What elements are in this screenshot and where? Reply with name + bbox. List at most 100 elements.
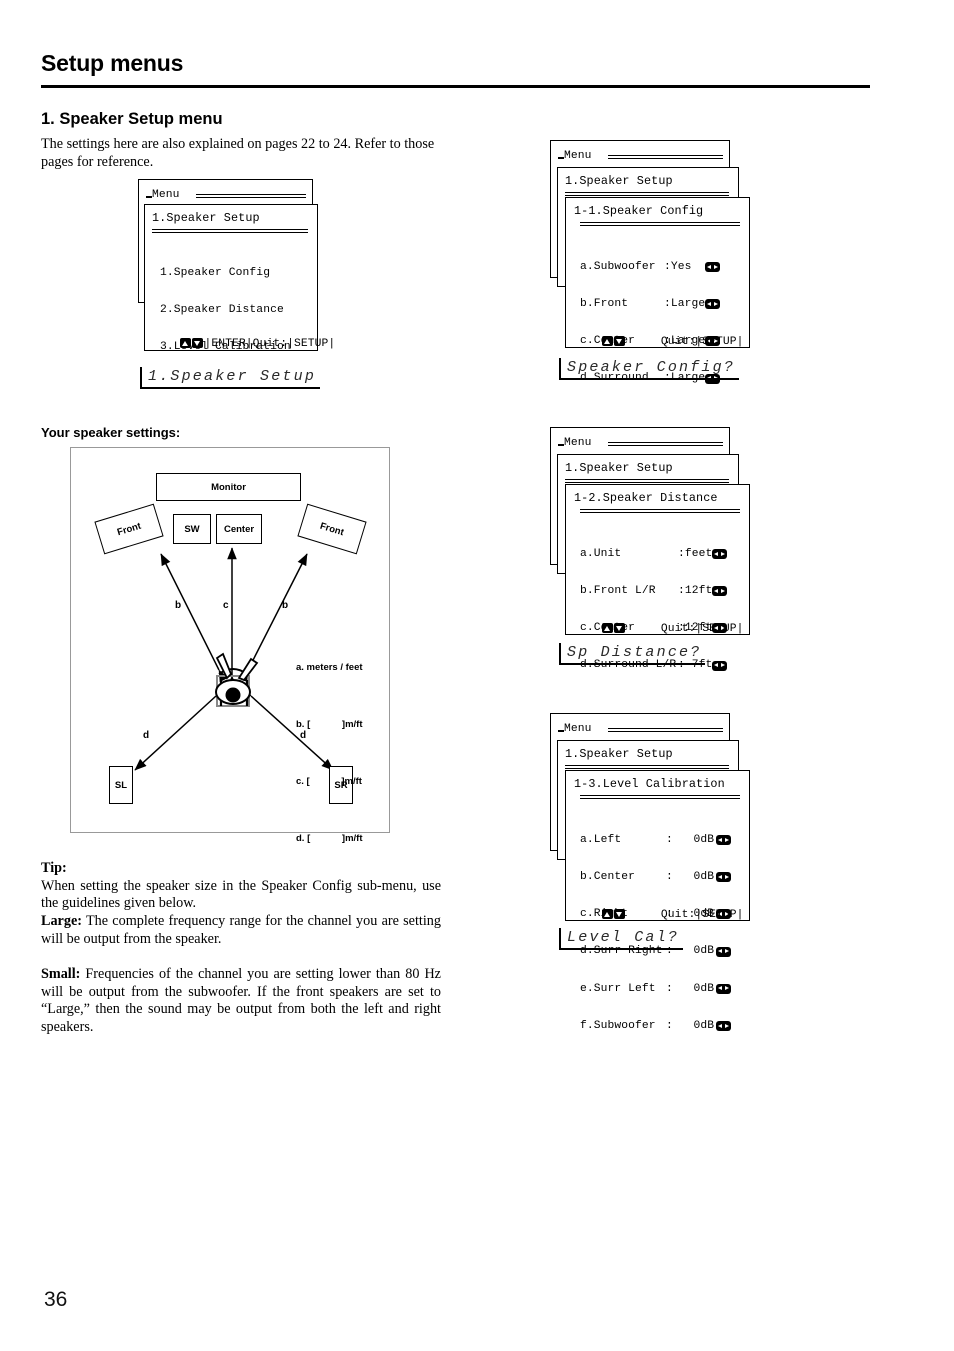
osd-row-subwoofer[interactable]: f.Subwoofer : 0dB bbox=[580, 1019, 732, 1032]
up-down-arrows-icon[interactable] bbox=[179, 338, 204, 349]
tip-body: When setting the speaker size in the Spe… bbox=[41, 877, 441, 912]
osd-row-label: a.Unit bbox=[580, 547, 622, 560]
osd-item-speaker-distance[interactable]: 2.Speaker Distance bbox=[160, 304, 291, 316]
osd-footer-text: Quit:|SETUP| bbox=[626, 909, 744, 922]
legend-item-c: c. [ ]m/ft bbox=[296, 776, 362, 787]
osd-footer-text: Quit:|SETUP| bbox=[626, 623, 744, 636]
osd-parent-title: 1.Speaker Setup bbox=[565, 174, 673, 188]
osd-row-left[interactable]: a.Left : 0dB bbox=[580, 833, 732, 846]
page-title: Setup menus bbox=[41, 50, 184, 76]
osd-row-subwoofer[interactable]: a.Subwoofer :Yes bbox=[580, 260, 721, 273]
tip-block: Tip: When setting the speaker size in th… bbox=[41, 860, 441, 913]
osd-title-rule bbox=[152, 229, 308, 233]
distance-label-c: c bbox=[223, 600, 229, 611]
osd-parent-rule bbox=[565, 479, 729, 483]
legend-item-d: d. [ ]m/ft bbox=[296, 833, 363, 844]
left-right-arrows-icon[interactable] bbox=[705, 299, 721, 310]
distance-label-d-left: d bbox=[143, 730, 150, 741]
osd-menu-rule bbox=[608, 442, 723, 446]
osd-footer: |ENTER|Quit:|SETUP| bbox=[152, 326, 335, 363]
osd-menu-label: Menu bbox=[152, 189, 180, 201]
monitor-box: Monitor bbox=[156, 473, 301, 501]
distance-label-b-left: b bbox=[175, 600, 182, 611]
osd-row-label: f.Subwoofer bbox=[580, 1019, 656, 1032]
left-right-arrows-icon[interactable] bbox=[705, 262, 721, 273]
lcd-caption-speaker-setup: 1.Speaker Setup bbox=[140, 367, 321, 389]
left-right-arrows-icon[interactable] bbox=[712, 660, 728, 671]
osd-row-value: :Yes bbox=[664, 260, 692, 273]
up-down-arrows-icon[interactable] bbox=[601, 336, 626, 347]
page-number: 36 bbox=[44, 1288, 68, 1311]
osd-row-value: : 0dB bbox=[666, 871, 715, 884]
up-down-arrows-icon[interactable] bbox=[601, 623, 626, 634]
left-right-arrows-icon[interactable] bbox=[716, 835, 732, 846]
osd-speaker-distance: Menu 1.Speaker Setup 1-2.Speaker Distanc… bbox=[550, 427, 750, 671]
osd-menu-label: Menu bbox=[564, 723, 592, 735]
osd-menu-rule bbox=[608, 728, 723, 732]
osd-row-center[interactable]: b.Center : 0dB bbox=[580, 871, 732, 884]
lcd-caption-speaker-config: Speaker Config? bbox=[559, 358, 740, 380]
speaker-layout-diagram: Monitor Front SW Center Front SL SR b c … bbox=[70, 447, 390, 844]
left-right-arrows-icon[interactable] bbox=[716, 872, 732, 883]
osd-row-value: : 0dB bbox=[666, 1019, 715, 1032]
osd-row-value: :feet bbox=[678, 547, 713, 560]
osd-parent-rule bbox=[565, 765, 729, 769]
osd-row-label: e.Surr Left bbox=[580, 982, 656, 995]
listener-figure bbox=[215, 652, 259, 707]
subwoofer-box: SW bbox=[173, 514, 211, 544]
osd-speaker-setup: Menu 1.Speaker Setup 1.Speaker Config 2.… bbox=[138, 179, 335, 353]
osd-row-front[interactable]: b.Front :Large bbox=[580, 298, 721, 311]
tip-large-body: The complete frequency range for the cha… bbox=[41, 913, 441, 947]
tip-heading: Tip: bbox=[41, 860, 67, 876]
lcd-caption-sp-distance: Sp Distance? bbox=[559, 643, 706, 665]
osd-row-unit[interactable]: a.Unit :feet bbox=[580, 547, 728, 560]
osd-item-label: 2.Speaker Distance bbox=[160, 304, 284, 317]
osd-row-value: : 0dB bbox=[666, 833, 715, 846]
osd-row-label: b.Center bbox=[580, 871, 636, 884]
left-right-arrows-icon[interactable] bbox=[712, 549, 728, 560]
intro-paragraph: The settings here are also explained on … bbox=[41, 136, 435, 170]
tip-small-label: Small: bbox=[41, 966, 81, 982]
osd-parent-title: 1.Speaker Setup bbox=[565, 747, 673, 761]
osd-menu-rule bbox=[196, 194, 306, 198]
osd-item-speaker-config[interactable]: 1.Speaker Config bbox=[160, 267, 291, 279]
surround-left-speaker-box: SL bbox=[109, 766, 133, 804]
left-right-arrows-icon[interactable] bbox=[716, 983, 732, 994]
osd-speaker-config: Menu 1.Speaker Setup 1-1.Speaker Config … bbox=[550, 140, 750, 384]
left-right-arrows-icon[interactable] bbox=[716, 1021, 732, 1032]
osd-parent-rule bbox=[565, 192, 729, 196]
osd-footer-text: Quit:|SETUP| bbox=[626, 336, 744, 349]
osd-page-title: 1-3.Level Calibration bbox=[574, 777, 725, 791]
tip-small-body: Frequencies of the channel you are setti… bbox=[41, 966, 441, 1035]
osd-parent-title: 1.Speaker Setup bbox=[565, 461, 673, 475]
osd-row-label: b.Front bbox=[580, 298, 629, 311]
title-divider bbox=[41, 85, 870, 88]
legend-item-a: a. meters / feet bbox=[296, 662, 363, 673]
osd-page-title: 1.Speaker Setup bbox=[152, 211, 260, 225]
legend-item-b: b. [ ]m/ft bbox=[296, 719, 363, 730]
left-right-arrows-icon[interactable] bbox=[716, 946, 732, 957]
tip-large-block: Large: The complete frequency range for … bbox=[41, 913, 441, 948]
tip-large-label: Large: bbox=[41, 913, 82, 929]
left-right-arrows-icon[interactable] bbox=[712, 586, 728, 597]
osd-title-rule bbox=[580, 795, 740, 799]
osd-title-rule bbox=[580, 222, 740, 226]
osd-row-value: :12ft bbox=[678, 585, 713, 598]
osd-menu-rule bbox=[608, 155, 723, 159]
up-down-arrows-icon[interactable] bbox=[601, 909, 626, 920]
center-speaker-box: Center bbox=[216, 514, 262, 544]
distance-label-b-right: b bbox=[282, 600, 289, 611]
osd-row-value: :Large bbox=[664, 298, 706, 311]
osd-row-surr-left[interactable]: e.Surr Left : 0dB bbox=[580, 982, 732, 995]
osd-row-front-lr[interactable]: b.Front L/R :12ft bbox=[580, 585, 728, 598]
osd-row-label: b.Front L/R bbox=[580, 585, 656, 598]
osd-row-label: a.Left bbox=[580, 833, 622, 846]
your-speaker-settings-label: Your speaker settings: bbox=[41, 425, 181, 440]
osd-page-title: 1-2.Speaker Distance bbox=[574, 491, 718, 505]
osd-row-value: : 0dB bbox=[666, 982, 715, 995]
osd-title-rule bbox=[580, 509, 740, 513]
osd-item-list: a.Unit :feet b.Front L/R :12ft c.Center … bbox=[580, 523, 728, 697]
tip-small-block: Small: Frequencies of the channel you ar… bbox=[41, 966, 441, 1036]
diagram-legend: a. meters / feet b. [ ]m/ft c. [ ]m/ft d… bbox=[296, 620, 363, 886]
osd-footer-text: |ENTER|Quit:|SETUP| bbox=[204, 338, 336, 351]
